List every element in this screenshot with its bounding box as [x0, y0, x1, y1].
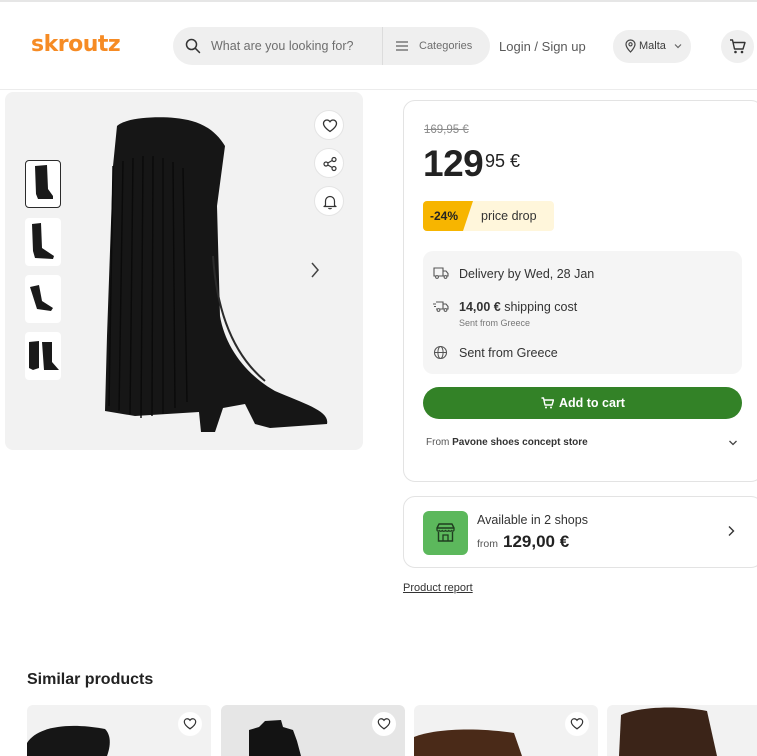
favorite-button[interactable]: [565, 712, 589, 736]
shipping-cost: 14,00 € shipping cost: [459, 300, 577, 314]
site-header: skroutz What are you looking for? Catego…: [0, 2, 757, 90]
similar-product-card[interactable]: [414, 705, 598, 756]
chevron-right-icon[interactable]: [307, 260, 323, 280]
share-button[interactable]: [314, 148, 344, 178]
similar-product-card[interactable]: [27, 705, 211, 756]
price-decimals: 95 €: [485, 151, 521, 171]
boot-thumbnail-image: [29, 341, 59, 370]
available-shops-card[interactable]: Available in 2 shops from 129,00 €: [403, 496, 757, 568]
cart-icon: [541, 397, 554, 409]
heart-icon: [377, 718, 391, 730]
fast-shipping-icon: [433, 301, 449, 312]
delivery-info: Delivery by Wed, 28 Jan 14,00 € shipping…: [423, 251, 742, 374]
price-alert-button[interactable]: [314, 186, 344, 216]
similar-product-card[interactable]: [607, 705, 757, 756]
skroutz-logo[interactable]: skroutz: [31, 32, 121, 57]
menu-icon: [396, 41, 408, 51]
origin-text: Sent from Greece: [459, 346, 558, 360]
categories-button[interactable]: Categories: [419, 40, 472, 52]
heart-icon: [322, 119, 338, 133]
seller-from-label: From: [426, 437, 450, 448]
search-input[interactable]: What are you looking for?: [211, 39, 353, 53]
cart-button[interactable]: [721, 30, 754, 63]
similar-products-heading: Similar products: [27, 671, 154, 688]
price-drop-badge: -24% price drop: [423, 201, 554, 231]
boot-thumbnail-image: [35, 165, 53, 199]
search-divider: [382, 27, 383, 65]
discount-percent: -24%: [430, 209, 459, 223]
cart-icon: [730, 39, 746, 54]
gallery-thumbnail[interactable]: [25, 275, 61, 323]
gallery-thumbnail[interactable]: [25, 332, 61, 380]
location-pin-icon: [625, 39, 636, 53]
similar-product-card[interactable]: [221, 705, 405, 756]
favorite-button[interactable]: [178, 712, 202, 736]
search-icon: [185, 38, 201, 54]
shop-icon-tile: [423, 511, 468, 555]
add-to-cart-label: Add to cart: [559, 396, 625, 410]
price-integer: 129: [423, 143, 484, 184]
delivery-date: Delivery by Wed, 28 Jan: [459, 267, 595, 281]
shipping-origin-note: Sent from Greece: [459, 318, 531, 328]
price-drop-label: price drop: [481, 209, 537, 223]
share-icon: [323, 156, 337, 172]
product-main-image: [105, 117, 328, 433]
heart-icon: [570, 718, 584, 730]
search-bar[interactable]: What are you looking for? Categories: [173, 27, 490, 65]
location-selector[interactable]: Malta: [613, 30, 691, 63]
shipping-amount: 14,00 €: [459, 300, 501, 314]
from-label: from: [477, 538, 498, 550]
product-report-link[interactable]: Product report: [403, 582, 473, 594]
gallery-thumbnail[interactable]: [25, 160, 61, 208]
available-shops-text: Available in 2 shops: [477, 513, 588, 527]
chevron-right-icon: [728, 526, 735, 536]
delivery-truck-icon: [433, 267, 449, 279]
globe-icon: [433, 345, 448, 360]
login-link[interactable]: Login / Sign up: [499, 39, 586, 54]
location-label: Malta: [639, 40, 666, 52]
seller-name: Pavone shoes concept store: [452, 437, 588, 448]
gallery-thumbnail[interactable]: [25, 218, 61, 266]
store-icon: [436, 523, 455, 542]
favorite-button[interactable]: [314, 110, 344, 140]
bell-icon: [323, 195, 337, 210]
add-to-cart-button[interactable]: Add to cart: [423, 387, 742, 419]
shipping-label: shipping cost: [504, 300, 578, 314]
lowest-shop-price: 129,00 €: [503, 532, 570, 551]
old-price: 169,95 €: [424, 124, 469, 136]
product-gallery: [5, 92, 363, 450]
chevron-down-icon[interactable]: [728, 439, 738, 447]
boot-thumbnail-image: [32, 223, 54, 259]
price-card: 169,95 € 129 95 € -24% price drop Delive…: [403, 100, 757, 482]
favorite-button[interactable]: [372, 712, 396, 736]
boot-thumbnail-image: [30, 285, 53, 311]
heart-icon: [183, 718, 197, 730]
product-image: [619, 707, 717, 756]
discount-tag: -24%: [423, 201, 473, 231]
chevron-down-icon: [674, 44, 682, 49]
seller-info[interactable]: From Pavone shoes concept store: [426, 437, 588, 448]
